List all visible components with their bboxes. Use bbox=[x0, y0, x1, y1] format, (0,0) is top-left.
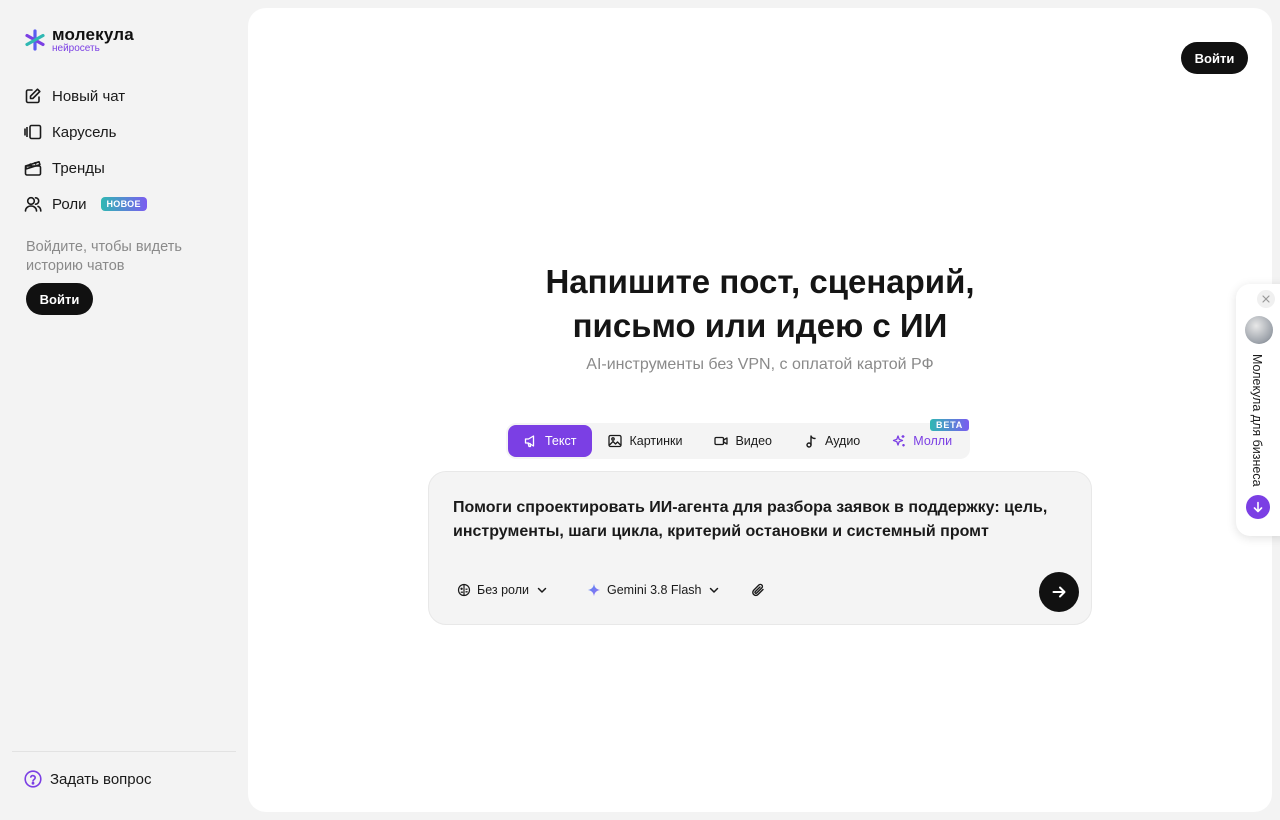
model-selector[interactable]: Gemini 3.8 Flash bbox=[587, 583, 721, 597]
logo[interactable]: молекула нейросеть bbox=[24, 26, 134, 54]
send-button[interactable] bbox=[1039, 572, 1079, 612]
role-selector-label: Без роли bbox=[477, 583, 529, 597]
megaphone-icon bbox=[524, 435, 535, 448]
video-icon bbox=[714, 436, 729, 446]
theater-masks-icon bbox=[457, 583, 471, 597]
sidebar-nav: Новый чат Карусель Тренды Роли НОВОЕ bbox=[24, 78, 234, 222]
attach-button[interactable] bbox=[751, 583, 765, 597]
tab-video[interactable]: Видео bbox=[698, 425, 788, 457]
logo-subtitle: нейросеть bbox=[52, 43, 100, 54]
tab-label: Текст bbox=[545, 434, 577, 448]
prompt-composer: Помоги спроектировать ИИ-агента для разб… bbox=[428, 471, 1092, 625]
help-circle-icon bbox=[24, 770, 42, 788]
tab-label: Картинки bbox=[629, 434, 683, 448]
new-badge: НОВОЕ bbox=[100, 197, 147, 211]
hero-subtitle: AI-инструменты без VPN, с оплатой картой… bbox=[586, 356, 934, 373]
model-selector-label: Gemini 3.8 Flash bbox=[607, 583, 702, 597]
arrow-down-icon[interactable] bbox=[1246, 495, 1270, 519]
sidebar-item-roles[interactable]: Роли НОВОЕ bbox=[24, 186, 234, 222]
sidebar: молекула нейросеть Новый чат Карусель Тр… bbox=[0, 0, 248, 820]
carousel-icon bbox=[24, 124, 42, 140]
sidebar-item-label: Тренды bbox=[52, 159, 105, 177]
hero-title: Напишите пост, сценарий, письмо или идею… bbox=[248, 260, 1272, 348]
hero-title-line-2: письмо или идею с ИИ bbox=[572, 307, 948, 344]
close-icon[interactable] bbox=[1257, 290, 1275, 308]
sidebar-item-label: Карусель bbox=[52, 123, 117, 141]
paperclip-icon bbox=[752, 583, 764, 597]
mode-tabs: Текст Картинки Видео Аудио Молли BETA bbox=[506, 419, 971, 459]
sidebar-item-carousel[interactable]: Карусель bbox=[24, 114, 234, 150]
logo-mark-icon bbox=[25, 29, 45, 51]
ask-question-button[interactable]: Задать вопрос bbox=[24, 770, 151, 788]
sidebar-item-trends[interactable]: Тренды bbox=[24, 150, 234, 186]
business-widget[interactable]: Молекула для бизнеса bbox=[1236, 284, 1280, 536]
music-note-icon bbox=[806, 435, 816, 448]
chevron-down-icon bbox=[537, 587, 547, 593]
tab-text[interactable]: Текст bbox=[508, 425, 593, 457]
ask-question-label: Задать вопрос bbox=[50, 770, 152, 788]
chevron-down-icon bbox=[710, 587, 719, 593]
sidebar-item-label: Новый чат bbox=[52, 87, 126, 105]
hero: Напишите пост, сценарий, письмо или идею… bbox=[248, 260, 1272, 374]
sparkles-icon bbox=[893, 435, 906, 447]
image-icon bbox=[608, 434, 623, 448]
clapper-icon bbox=[24, 161, 42, 176]
tab-images[interactable]: Картинки bbox=[592, 425, 698, 457]
users-icon bbox=[24, 196, 42, 212]
sidebar-item-label: Роли bbox=[52, 195, 87, 213]
edit-icon bbox=[25, 88, 41, 104]
prompt-input[interactable]: Помоги спроектировать ИИ-агента для разб… bbox=[453, 496, 1063, 544]
tab-label: Молли bbox=[913, 434, 953, 448]
gemini-sparkle-icon bbox=[587, 583, 601, 597]
arrow-right-icon bbox=[1052, 586, 1066, 598]
tab-molly[interactable]: Молли BETA bbox=[876, 419, 970, 457]
tab-label: Аудио bbox=[825, 434, 861, 448]
sidebar-item-new-chat[interactable]: Новый чат bbox=[24, 78, 234, 114]
logo-name: молекула bbox=[52, 25, 134, 44]
header-login-button[interactable]: Войти bbox=[1181, 42, 1248, 74]
business-widget-label: Молекула для бизнеса bbox=[1250, 354, 1264, 487]
login-hint: Войдите, чтобы видеть историю чатов bbox=[26, 239, 182, 274]
business-avatar bbox=[1245, 316, 1273, 344]
tab-label: Видео bbox=[735, 434, 772, 448]
role-selector[interactable]: Без роли bbox=[457, 583, 549, 597]
beta-badge: BETA bbox=[930, 419, 970, 431]
tab-audio[interactable]: Аудио bbox=[788, 425, 876, 457]
sidebar-login-button[interactable]: Войти bbox=[26, 283, 93, 315]
hero-title-line-1: Напишите пост, сценарий, bbox=[545, 263, 975, 300]
main-panel: Войти Напишите пост, сценарий, письмо ил… bbox=[248, 8, 1272, 812]
sidebar-divider bbox=[12, 751, 236, 752]
